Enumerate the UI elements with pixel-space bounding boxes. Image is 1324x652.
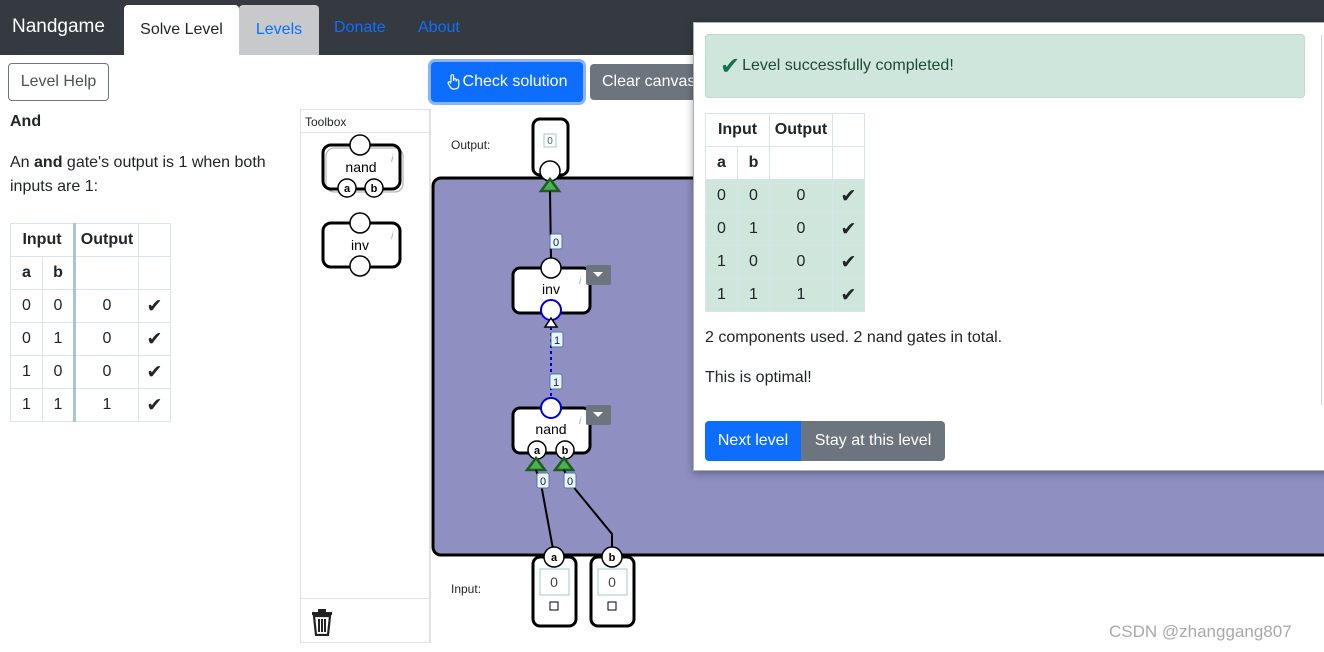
header-output: Output [73,223,139,257]
svg-text:a: a [534,445,541,457]
svg-text:b: b [371,183,378,195]
table-row: 1 0 0 ✔ [705,245,865,279]
check-icon: ✔ [138,355,171,389]
input-b-checkbox[interactable] [607,601,617,611]
input-label: Input: [451,582,482,596]
input-a-checkbox[interactable] [549,601,559,611]
check-icon: ✔ [138,322,171,356]
input-b-value[interactable]: 0 [608,574,616,590]
level-title: And [10,113,42,130]
toolbox-title: Toolbox [305,115,347,129]
check-icon: ✔ [832,179,865,213]
success-message: Level successfully completed! [742,57,954,74]
output-label: Output: [451,138,491,152]
table-row: 0 0 0 ✔ [10,289,171,323]
toolbox-nand-component[interactable]: nand i a b [321,134,404,198]
desc-prefix: An [10,154,35,171]
input-node-a[interactable]: a 0 [531,546,578,628]
nav-link-about[interactable]: About [418,19,460,37]
toolbox-inv-component[interactable]: inv i [321,212,402,277]
svg-text:b: b [609,552,616,564]
nand-label: nand [535,421,566,437]
check-icon: ✔ [138,388,171,422]
check-solution-button[interactable]: Check solution [431,62,583,102]
nav-link-donate[interactable]: Donate [334,19,386,37]
table-row: 0 1 0 ✔ [705,212,865,246]
check-icon: ✔ [832,245,865,279]
svg-text:b: b [562,445,569,457]
components-summary: 2 components used. 2 nand gates in total… [705,329,1003,346]
header-a: a [10,256,43,290]
header-output: Output [769,113,833,147]
trash-icon[interactable] [309,608,335,636]
tab-levels[interactable]: Levels [239,5,319,55]
level-help-button[interactable]: Level Help [8,63,109,101]
toolbox-inv-label: inv [351,237,369,253]
header-a: a [705,146,738,180]
toolbox-nand-label: nand [345,159,376,175]
table-row: 0 0 0 ✔ [705,179,865,213]
toolbox-panel: Toolbox nand i a b inv i [300,109,430,643]
toolbox-components: nand i a b inv i [321,134,404,277]
inv-label: inv [542,281,560,297]
nand-dropdown-button[interactable] [586,405,611,425]
scrollbar[interactable] [1321,35,1322,405]
input-a-value[interactable]: 0 [550,574,558,590]
watermark-text: CSDN @zhanggang807 [1109,622,1292,641]
hand-pointer-icon [447,74,459,90]
header-input: Input [10,223,75,257]
tab-solve-level[interactable]: Solve Level [124,5,239,55]
clear-canvas-button[interactable]: Clear canvas [590,64,694,100]
wire-value: 1 [554,335,560,347]
optimal-message: This is optimal! [705,369,812,386]
brand-logo[interactable]: Nandgame [12,16,105,38]
header-input: Input [705,113,770,147]
wire-value: 0 [540,476,546,488]
header-b: b [737,146,770,180]
table-row: 1 1 1 ✔ [705,278,865,312]
stay-level-button[interactable]: Stay at this level [801,421,945,461]
table-row: 1 0 0 ✔ [10,355,171,389]
check-icon: ✔ [138,289,171,323]
input-node-b[interactable]: b 0 [589,546,636,628]
output-value: 0 [547,136,553,147]
check-icon: ✔ [832,278,865,312]
header-b: b [42,256,75,290]
wire-value: 0 [553,237,559,249]
check-solution-label: Check solution [462,73,568,90]
level-description: An and gate's output is 1 when both inpu… [10,151,290,199]
inv-dropdown-button[interactable] [586,265,611,285]
result-dialog: ✔ Level successfully completed! Input Ou… [693,22,1324,471]
check-icon: ✔ [832,212,865,246]
wire-value: 0 [567,476,573,488]
wire-value: 1 [553,377,559,389]
table-row: 1 1 1 ✔ [10,388,171,422]
svg-text:a: a [344,183,351,195]
svg-text:a: a [551,552,558,564]
desc-bold: and [34,154,63,171]
next-level-button[interactable]: Next level [705,421,801,461]
level-truth-table: Input Output a b 0 0 0 ✔ 0 1 0 ✔ 1 0 0 ✔… [10,223,171,422]
table-row: 0 1 0 ✔ [10,322,171,356]
success-alert: ✔ Level successfully completed! [705,34,1305,98]
result-truth-table: Input Output a b 0 0 0 ✔ 0 1 0 ✔ 1 0 0 ✔ [705,113,865,312]
checkmark-icon: ✔ [720,52,741,80]
